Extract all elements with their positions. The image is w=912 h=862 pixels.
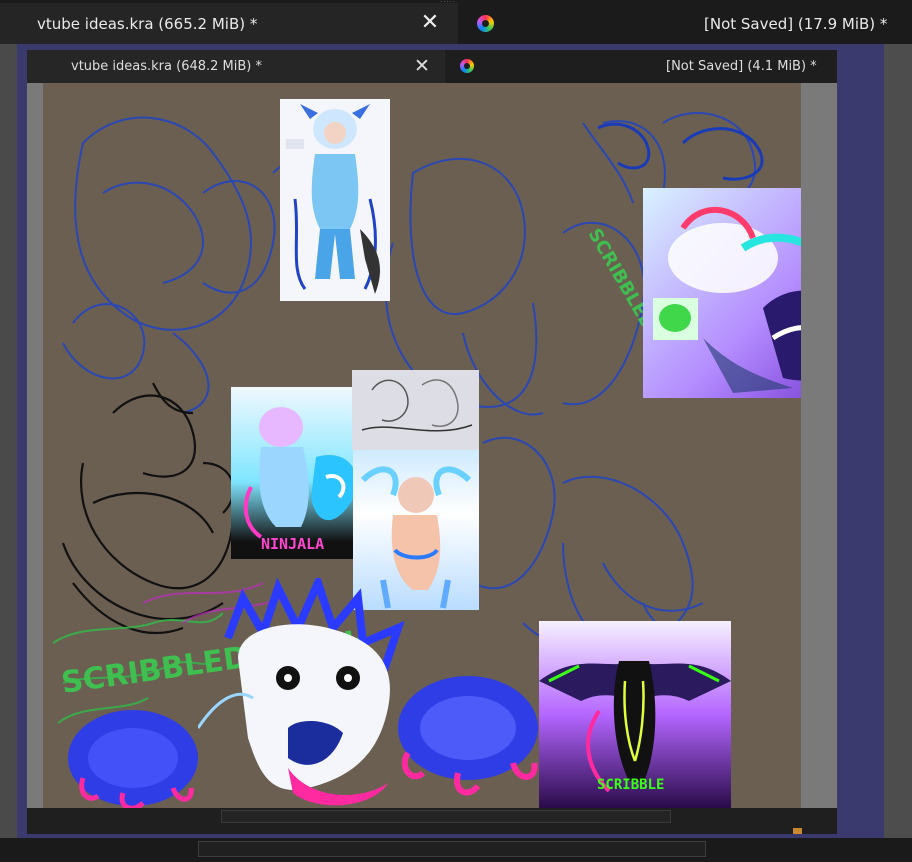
painted-paw-right <box>398 676 538 796</box>
inner-screenshot-window: vtube ideas.kra (648.2 MiB) * ✕ [Not Sav… <box>27 50 837 834</box>
drawing-canvas[interactable]: SCRIBBLED DEATH SCRIBBLED DEATH NINJALA … <box>43 83 801 808</box>
outer-tab-bar: ····· vtube ideas.kra (665.2 MiB) * ✕ [N… <box>0 0 912 44</box>
inner-tab-label: vtube ideas.kra (648.2 MiB) * <box>71 59 262 74</box>
outer-tab-label: [Not Saved] (17.9 MiB) * <box>704 14 888 33</box>
scribble-logo-text: SCRIBBLE <box>597 777 665 793</box>
reference-image-sketch-sheet[interactable] <box>352 370 479 450</box>
canvas-margin-left <box>27 83 43 808</box>
inner-horizontal-scrollbar[interactable] <box>221 810 671 823</box>
canvas-margin-right <box>801 83 837 808</box>
outer-horizontal-scrollbar[interactable] <box>198 841 706 857</box>
reference-image-neon-creatures[interactable] <box>643 188 801 398</box>
ninjala-logo-text: NINJALA <box>261 535 325 553</box>
inner-tab-label: [Not Saved] (4.1 MiB) * <box>666 59 817 74</box>
painted-paw-left <box>68 710 198 808</box>
outer-tab-not-saved[interactable]: [Not Saved] (17.9 MiB) * <box>461 3 912 44</box>
krita-logo-icon <box>460 59 474 73</box>
inner-tab-vtube-ideas[interactable]: vtube ideas.kra (648.2 MiB) * ✕ <box>27 50 445 83</box>
inner-corner-indicator <box>793 828 802 834</box>
reference-image-scribble-dragon[interactable]: SCRIBBLE <box>539 621 731 808</box>
reference-image-character-sheet[interactable] <box>280 99 390 301</box>
close-icon[interactable]: ✕ <box>420 12 440 34</box>
inner-tab-not-saved[interactable]: [Not Saved] (4.1 MiB) * <box>448 50 837 83</box>
inner-tab-bar: vtube ideas.kra (648.2 MiB) * ✕ [Not Sav… <box>27 50 837 83</box>
right-panel-edge <box>884 44 912 838</box>
outer-tab-vtube-ideas[interactable]: vtube ideas.kra (665.2 MiB) * ✕ <box>0 3 458 44</box>
krita-logo-icon <box>477 15 494 32</box>
reference-image-ninjala[interactable]: NINJALA <box>231 387 366 559</box>
outer-tab-label: vtube ideas.kra (665.2 MiB) * <box>37 14 258 33</box>
close-icon[interactable]: ✕ <box>413 56 431 76</box>
